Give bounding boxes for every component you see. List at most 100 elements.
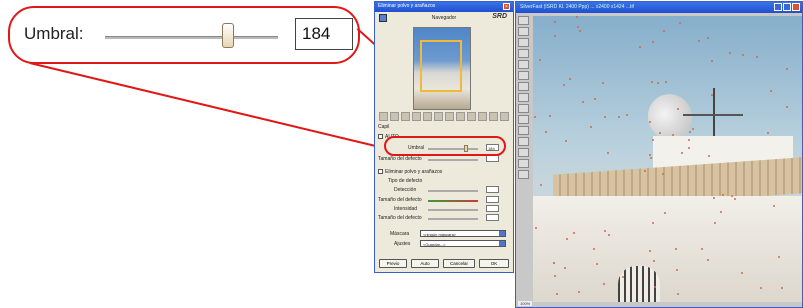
tool-icon[interactable] — [518, 38, 529, 47]
threshold-value-field[interactable]: 184 — [295, 18, 353, 50]
settings-select[interactable]: <Guardar...> — [420, 240, 506, 247]
tool-icon[interactable] — [518, 148, 529, 157]
tool-icon[interactable] — [518, 71, 529, 80]
dust-speck — [770, 90, 772, 92]
tool-icon[interactable] — [456, 112, 465, 121]
close-icon[interactable]: × — [503, 3, 510, 10]
dust-speck — [604, 230, 606, 232]
tool-icon[interactable] — [518, 27, 529, 36]
auto-button[interactable]: Auto — [411, 259, 439, 268]
detection-value[interactable] — [486, 186, 499, 193]
tool-icon[interactable] — [518, 159, 529, 168]
dust-speck — [720, 211, 722, 213]
tool-icon[interactable] — [379, 112, 388, 121]
tool-icon[interactable] — [500, 112, 509, 121]
dust-speck — [535, 227, 537, 229]
tool-icon[interactable] — [412, 112, 421, 121]
dust-speck — [554, 275, 556, 277]
dialog-titlebar: Eliminar polvo y arañazos × — [375, 2, 513, 12]
dust-speck — [664, 212, 666, 214]
intensity-track[interactable] — [428, 209, 478, 211]
defect-size2-value[interactable] — [486, 214, 499, 221]
dust-speck — [657, 82, 659, 84]
tool-icon[interactable] — [390, 112, 399, 121]
dust-speck — [579, 30, 581, 32]
dust-speck — [677, 293, 679, 295]
dust-speck — [577, 26, 579, 28]
dust-speck — [760, 287, 762, 289]
intensity-value[interactable] — [486, 205, 499, 212]
dust-speck — [742, 54, 744, 56]
dust-speck — [756, 56, 758, 58]
dust-speck — [652, 41, 654, 43]
zoom-status: 100% — [518, 301, 533, 306]
dust-speck — [734, 198, 736, 200]
tool-icon[interactable] — [518, 126, 529, 135]
tool-icon[interactable] — [518, 93, 529, 102]
dust-speck — [618, 116, 620, 118]
tool-icon[interactable] — [445, 112, 454, 121]
cancel-button[interactable]: Cancelar — [443, 259, 475, 268]
tool-icon[interactable] — [518, 115, 529, 124]
minimize-icon[interactable] — [774, 3, 782, 11]
tool-icon[interactable] — [518, 49, 529, 58]
tool-icon[interactable] — [401, 112, 410, 121]
dust-speck — [689, 131, 691, 133]
tool-icon[interactable] — [518, 137, 529, 146]
white-wall — [533, 196, 802, 302]
tool-icon[interactable] — [489, 112, 498, 121]
dust-speck — [688, 139, 690, 141]
dust-speck — [639, 46, 641, 48]
defect-size-track[interactable] — [428, 200, 478, 202]
dust-speck — [569, 78, 571, 80]
window-grille — [618, 266, 660, 302]
defect-size2-row: Tamaño del defecto — [378, 214, 512, 221]
maximize-icon[interactable] — [783, 3, 791, 11]
scratch-group: Eliminar polvo y arañazos — [378, 169, 512, 175]
srd-logo: SRD — [492, 13, 507, 20]
tool-icon[interactable] — [518, 16, 529, 25]
preview-button[interactable]: Previo — [379, 259, 407, 268]
threshold-slider-thumb[interactable] — [222, 23, 234, 48]
size-track[interactable] — [428, 159, 478, 161]
scratch-label: Eliminar polvo y arañazos — [385, 169, 443, 175]
navigator-preview[interactable] — [413, 27, 471, 110]
threshold-slider-track[interactable] — [105, 36, 278, 39]
dust-speck — [556, 293, 558, 295]
dust-speck — [607, 152, 609, 154]
dust-speck — [654, 286, 656, 288]
dust-speck — [767, 132, 769, 134]
dust-speck — [649, 250, 651, 252]
defect-size-row: Tamaño del defecto — [378, 196, 512, 203]
editor-title: SilverFast (ISRD Kl. 2400 Ppp) ... x2400… — [520, 4, 634, 10]
tool-icon[interactable] — [518, 60, 529, 69]
ok-button[interactable]: OK — [479, 259, 509, 268]
dust-speck — [781, 287, 783, 289]
dust-speck — [711, 60, 713, 62]
tool-icon[interactable] — [518, 82, 529, 91]
filter-select[interactable]: <ningún máscara> — [420, 230, 506, 237]
dust-speck — [622, 276, 624, 278]
scan-image[interactable] — [533, 16, 802, 302]
tool-icon[interactable] — [467, 112, 476, 121]
tool-icon[interactable] — [518, 170, 529, 179]
detection-track[interactable] — [428, 190, 478, 192]
tool-icon[interactable] — [423, 112, 432, 121]
dust-speck — [608, 234, 610, 236]
settings-label: Ajustes — [394, 241, 411, 247]
tool-icon[interactable] — [518, 104, 529, 113]
dust-speck — [578, 291, 580, 293]
preview-frame[interactable] — [420, 40, 462, 92]
defect-size2-track[interactable] — [428, 218, 478, 220]
size-value[interactable] — [486, 155, 499, 162]
dust-speck — [701, 248, 703, 250]
defect-size-value[interactable] — [486, 196, 499, 203]
tool-icon[interactable] — [434, 112, 443, 121]
scratch-checkbox[interactable] — [378, 169, 383, 175]
navigator-icon[interactable] — [379, 14, 387, 22]
auto-checkbox[interactable] — [378, 134, 383, 140]
close-icon[interactable] — [792, 3, 800, 11]
dust-speck — [729, 52, 731, 54]
dust-speck — [554, 35, 556, 37]
tool-icon[interactable] — [478, 112, 487, 121]
